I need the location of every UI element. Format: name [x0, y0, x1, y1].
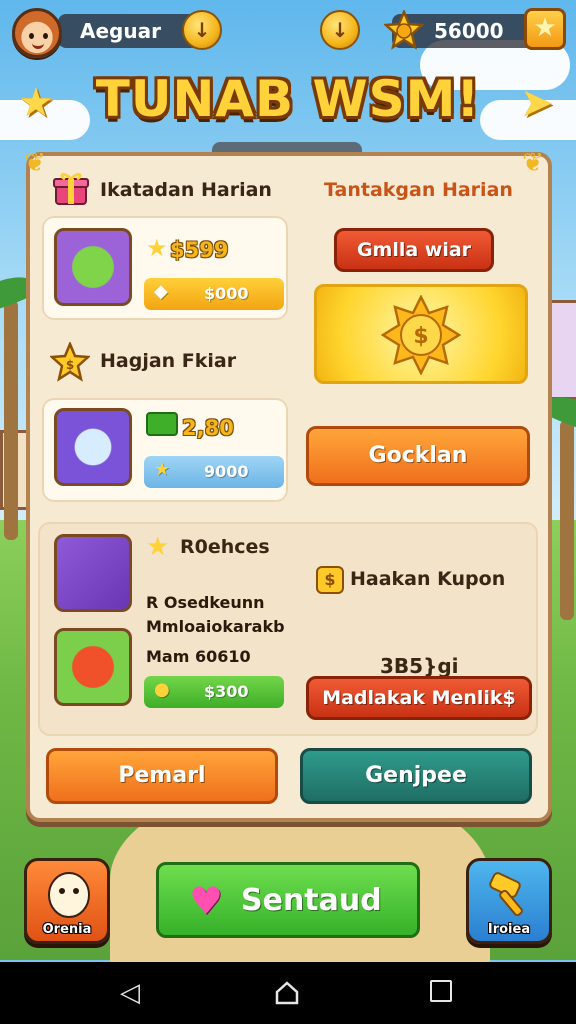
svg-text:$: $ [66, 358, 74, 372]
right-menu-button[interactable]: Iroiea [466, 858, 552, 944]
section3-heading: R0ehces [180, 536, 270, 558]
task2-button[interactable]: Gocklan [306, 426, 530, 486]
kupon-code: 3B5}gi [380, 654, 459, 678]
hammer-icon [489, 872, 523, 917]
left-heading: Ikatadan Harian [100, 179, 272, 201]
task1-reward-big: $599 [170, 238, 229, 262]
svg-text:$: $ [413, 324, 428, 349]
corner-leaf-icon: ❦ [522, 148, 544, 178]
palm-tree-trunk [4, 300, 18, 540]
section3-line-3: Mam 60610 [146, 647, 251, 666]
section3-line-1: R Osedkeunn [146, 593, 265, 612]
green-item-icon [54, 228, 132, 306]
right-heading: Tantakgan Harian [324, 179, 513, 201]
task3-reward-small: $300 [204, 682, 249, 701]
house [548, 300, 576, 400]
potion-item-icon [54, 408, 132, 486]
corner-leaf-icon: ❦ [24, 148, 46, 178]
kupon-coin-icon: $ [316, 566, 344, 594]
kupon-button[interactable]: Madlakak Menlik$ [306, 676, 532, 720]
left-menu-label: Orenia [42, 922, 92, 937]
left-menu-button[interactable]: Orenia [24, 858, 110, 944]
star-decoration-icon: ★ [18, 80, 54, 126]
star-small-icon: ★ [154, 459, 171, 480]
back-icon[interactable]: ◁ [120, 980, 140, 1006]
main-action-button[interactable]: ♥ Sentaud [156, 862, 420, 938]
section2-heading: Hagjan Fkiar [100, 350, 237, 372]
palm-tree-trunk [560, 420, 574, 620]
right-menu-label: Iroiea [487, 922, 531, 937]
task3-reward-pill: ● $300 [144, 676, 284, 708]
coin-down-icon[interactable]: ↓ [182, 10, 222, 50]
arrow-star-decoration-icon: ➤ [520, 80, 554, 126]
egg-character-icon [48, 872, 90, 918]
task1-reward-pill: ◆ $000 [144, 278, 284, 310]
top-hud: Aeguar ↓ ↓ 56000 ★ [0, 0, 576, 64]
task2-reward-small: 9000 [204, 462, 249, 481]
recents-icon[interactable] [430, 980, 452, 1002]
sun-reward-card[interactable]: $ [314, 284, 528, 384]
page-title: TUNAB WSM! [95, 70, 481, 128]
task2-reward-big: 2,80 [182, 416, 234, 440]
system-navbar: ◁ [0, 962, 576, 1024]
star-small-icon: ★ [146, 234, 168, 262]
gem-icon: ◆ [154, 281, 168, 302]
task1-reward-small: $000 [204, 284, 249, 303]
chest-item-icon [54, 534, 132, 612]
section3-line-2: Mmloaiokarakb [146, 617, 285, 636]
bottom-left-button[interactable]: Pemarl [46, 748, 278, 804]
kupon-heading: Haakan Kupon [350, 568, 506, 590]
player-avatar-icon[interactable] [12, 8, 62, 58]
heart-icon: ♥ [189, 879, 224, 923]
bottom-right-button[interactable]: Genjpee [300, 748, 532, 804]
task1-button[interactable]: Gmlla wiar [334, 228, 494, 272]
gold-star-badge-icon [384, 10, 424, 50]
sun-coin-icon: $ [381, 295, 461, 375]
task2-reward-pill: ★ 9000 [144, 456, 284, 488]
main-action-label: Sentaud [241, 883, 382, 918]
red-item-icon [54, 628, 132, 706]
coin-icon[interactable]: ↓ [320, 10, 360, 50]
star-small-icon: ★ [146, 532, 170, 562]
star-icon[interactable]: ★ [524, 8, 566, 50]
coin-small-icon: ● [154, 679, 170, 700]
gift-icon [53, 172, 89, 205]
star-badge-icon: $ [50, 342, 90, 382]
cash-icon [146, 412, 178, 436]
home-icon[interactable] [274, 980, 300, 1006]
